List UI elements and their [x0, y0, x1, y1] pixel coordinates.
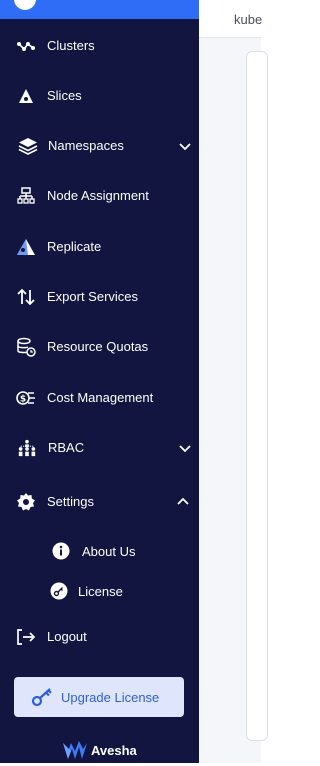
- node-assignment-icon: [16, 186, 36, 206]
- logout-icon: [16, 627, 36, 647]
- brand-logo: Avesha: [62, 738, 152, 762]
- content-tab[interactable]: kube: [199, 0, 263, 38]
- sidebar-header: [0, 0, 199, 19]
- info-icon: [52, 542, 70, 560]
- sidebar-item-label: Clusters: [47, 38, 95, 53]
- avatar[interactable]: [14, 0, 36, 10]
- chevron-down-icon[interactable]: [178, 441, 192, 455]
- sidebar-item-label: License: [78, 584, 123, 599]
- sidebar-item-label: Replicate: [47, 239, 102, 254]
- sidebar-item-settings[interactable]: Settings: [0, 484, 199, 520]
- sidebar-item-label: Slices: [47, 88, 82, 103]
- tab-label: kube: [234, 12, 263, 27]
- svg-text:$: $: [20, 395, 26, 405]
- sidebar-item-label: About Us: [82, 544, 136, 559]
- sidebar-item-export-services[interactable]: Export Services: [0, 279, 199, 315]
- sidebar-item-namespaces[interactable]: Namespaces: [0, 128, 199, 164]
- sidebar-item-rbac[interactable]: RBAC: [0, 430, 199, 466]
- settings-icon: [16, 492, 36, 512]
- sidebar-item-logout[interactable]: Logout: [0, 619, 199, 655]
- upgrade-license-label: Upgrade License: [61, 690, 160, 705]
- sidebar-subitem-about-us[interactable]: About Us: [0, 535, 199, 567]
- sidebar-item-label: Export Services: [47, 289, 139, 304]
- sidebar-item-label: Node Assignment: [47, 188, 149, 203]
- chevron-down-icon[interactable]: [178, 139, 192, 153]
- sidebar-item-clusters[interactable]: Clusters: [0, 28, 199, 64]
- namespaces-icon: [18, 136, 38, 156]
- sidebar-item-cost-management[interactable]: $ Cost Management: [0, 380, 199, 416]
- sidebar-subitem-license[interactable]: License: [0, 575, 199, 607]
- replicate-icon: [16, 237, 36, 257]
- sidebar-item-node-assignment[interactable]: Node Assignment: [0, 178, 199, 214]
- resource-quotas-icon: [16, 337, 36, 357]
- content-card: [246, 51, 268, 741]
- sidebar-item-label: Logout: [47, 629, 87, 644]
- upgrade-license-button[interactable]: Upgrade License: [14, 677, 184, 717]
- chevron-up-icon[interactable]: [176, 495, 190, 509]
- clusters-icon: [16, 36, 36, 56]
- cost-management-icon: $: [16, 388, 36, 408]
- sidebar-item-label: RBAC: [48, 440, 85, 455]
- sidebar-item-label: Cost Management: [47, 390, 154, 405]
- sidebar-item-resource-quotas[interactable]: Resource Quotas: [0, 329, 199, 365]
- sidebar-item-label: Settings: [47, 494, 94, 509]
- avesha-logo-icon: [62, 741, 88, 761]
- sidebar: Clusters Slices Namespaces Node Assignme…: [0, 0, 199, 763]
- sidebar-item-label: Namespaces: [48, 138, 124, 153]
- export-services-icon: [16, 287, 36, 307]
- rbac-icon: [17, 438, 37, 458]
- slices-icon: [16, 86, 36, 106]
- key-icon: [31, 687, 53, 707]
- sidebar-item-replicate[interactable]: Replicate: [0, 229, 199, 265]
- license-icon: [50, 582, 68, 600]
- sidebar-item-label: Resource Quotas: [47, 339, 149, 354]
- brand-name: Avesha: [91, 743, 137, 758]
- sidebar-item-slices[interactable]: Slices: [0, 78, 199, 114]
